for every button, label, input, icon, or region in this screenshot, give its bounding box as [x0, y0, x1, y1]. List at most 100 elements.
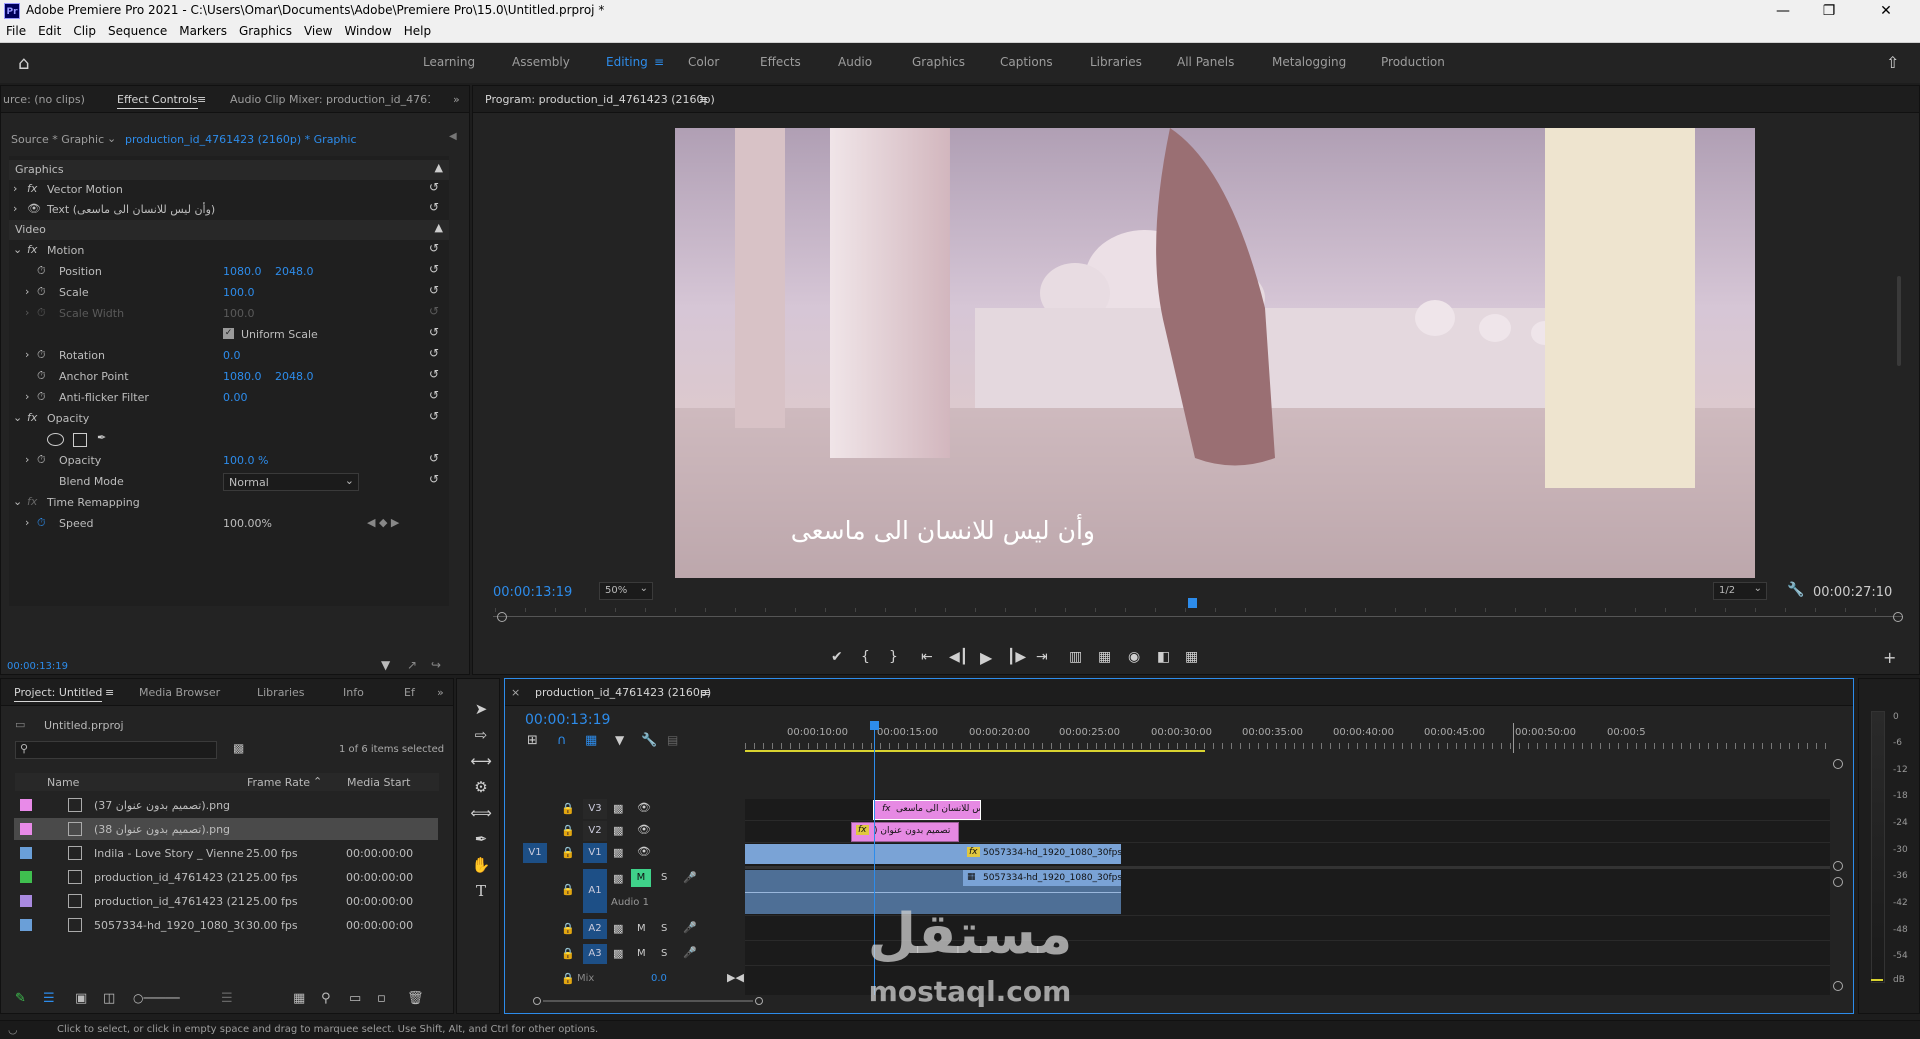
lock-icon[interactable]: 🔒 — [561, 802, 575, 815]
time-remapping-row[interactable]: ⌄ fx Time Remapping — [9, 493, 449, 513]
reset-icon[interactable]: ↺ — [429, 262, 439, 276]
vertical-zoom-handle[interactable] — [1833, 981, 1843, 991]
comparison-view-icon[interactable]: ◧ — [1157, 649, 1170, 665]
collapse-arrow-icon[interactable]: ⌄ — [13, 411, 22, 424]
settings-wrench-icon[interactable]: 🔧 — [641, 733, 657, 748]
menu-view[interactable]: View — [298, 22, 338, 40]
lift-icon[interactable]: ▥ — [1069, 649, 1082, 665]
wrench-icon[interactable]: 🔧 — [1787, 582, 1804, 598]
solo-button[interactable]: S — [661, 872, 667, 883]
workspace-effects[interactable]: Effects — [760, 55, 801, 69]
workspace-editing[interactable]: Editing — [606, 55, 648, 69]
video-frame[interactable]: وأن ليس للانسان الى ماسعى — [675, 128, 1755, 578]
sequence-label[interactable]: production_id_4761423 (2160p) * Graphic — [125, 133, 357, 146]
stopwatch-icon[interactable]: ⏱ — [37, 264, 46, 278]
timeline-timecode[interactable]: 00:00:13:19 — [525, 712, 610, 728]
tab-libraries[interactable]: Libraries — [257, 686, 305, 699]
workspace-learning[interactable]: Learning — [423, 55, 475, 69]
reset-icon[interactable]: ↺ — [429, 325, 439, 339]
tab-info[interactable]: Info — [343, 686, 364, 699]
menu-edit[interactable]: Edit — [32, 22, 67, 40]
menu-file[interactable]: File — [0, 22, 32, 40]
step-back-icon[interactable]: ◀┃ — [949, 649, 968, 665]
reset-icon[interactable]: ↺ — [429, 409, 439, 423]
toggle-sync-icon[interactable]: ▩ — [613, 922, 623, 935]
speed-value[interactable]: 100.00% — [223, 517, 272, 530]
track-a2-label[interactable]: A2 — [583, 919, 607, 939]
vertical-zoom-handle[interactable] — [1833, 759, 1843, 769]
track-select-tool-icon[interactable]: ⇨ — [470, 726, 492, 748]
scroll-up-icon[interactable]: ▲ — [435, 221, 443, 234]
type-tool-icon[interactable]: T — [470, 882, 492, 904]
export-frame-icon[interactable]: ↪ — [431, 658, 441, 672]
voiceover-mic-icon[interactable]: 🎤 — [683, 946, 697, 959]
lock-icon[interactable]: 🔒 — [561, 922, 575, 935]
collapse-arrow-icon[interactable]: ⌄ — [13, 243, 22, 256]
stopwatch-icon[interactable]: ⏱ — [37, 369, 46, 383]
mute-button[interactable]: M — [631, 869, 651, 887]
go-to-out-icon[interactable]: ⇥ — [1036, 649, 1048, 665]
project-search-input[interactable]: ⚲ — [15, 741, 217, 759]
tab-source[interactable]: urce: (no clips) — [3, 93, 85, 106]
anchor-x-value[interactable]: 1080.0 — [223, 370, 262, 383]
lock-icon[interactable]: 🔒 — [561, 883, 575, 896]
project-item-row[interactable]: (تصميم بدون عنوان 38).png — [14, 818, 438, 840]
scale-value[interactable]: 100.0 — [223, 286, 255, 299]
minimize-icon[interactable]: — — [1760, 0, 1806, 22]
expand-arrow-icon[interactable]: › — [25, 453, 29, 466]
captions-icon[interactable]: ▤ — [667, 733, 678, 747]
project-item-row[interactable]: 5057334-hd_1920_1080_30 30.00 fps 00:00:00… — [14, 914, 438, 936]
stopwatch-icon[interactable]: ⏱ — [37, 453, 46, 467]
opacity-value[interactable]: 100.0 % — [223, 454, 268, 467]
workspace-color[interactable]: Color — [688, 55, 719, 69]
rectangle-mask-icon[interactable] — [73, 433, 87, 447]
project-item-row[interactable]: (تصميم بدون عنوان 37).png — [14, 794, 438, 816]
new-item-icon[interactable]: ▫ — [377, 991, 386, 1006]
menu-clip[interactable]: Clip — [67, 22, 102, 40]
add-marker-icon[interactable]: ✔ — [831, 649, 843, 665]
mix-value[interactable]: 0.0 — [651, 973, 667, 984]
lock-icon[interactable]: 🔒 — [561, 947, 575, 960]
close-tab-icon[interactable]: × — [511, 686, 520, 699]
pen-tool-icon[interactable]: ✒ — [470, 830, 492, 852]
workspace-all-panels[interactable]: All Panels — [1177, 55, 1234, 69]
scrub-out-handle[interactable] — [1893, 612, 1903, 622]
list-view-icon[interactable]: ☰ — [43, 991, 55, 1006]
uniform-scale-checkbox[interactable]: ✓ — [223, 328, 234, 339]
tab-project[interactable]: Project: Untitled — [14, 686, 103, 702]
expand-arrow-icon[interactable]: › — [13, 182, 17, 195]
clip-v2-image[interactable]: fx تصميم بدون عنوان ( — [851, 822, 959, 842]
lock-icon[interactable]: 🔒 — [561, 846, 575, 859]
mute-button[interactable]: M — [637, 948, 646, 959]
slip-tool-icon[interactable]: ⟺ — [470, 804, 492, 826]
project-item-row[interactable]: Indila - Love Story _ Vienne 25.00 fps 00:… — [14, 842, 438, 864]
solo-button[interactable]: S — [661, 923, 667, 934]
chevron-down-icon[interactable]: ⌄ — [107, 132, 116, 145]
close-icon[interactable]: ✕ — [1852, 0, 1920, 22]
razor-tool-icon[interactable]: ⚙ — [470, 778, 492, 800]
track-v2-label[interactable]: V2 — [583, 821, 607, 841]
eye-icon[interactable]: 👁 — [637, 801, 651, 814]
menu-graphics[interactable]: Graphics — [233, 22, 298, 40]
lock-icon[interactable]: 🔒 — [561, 972, 575, 985]
pen-mask-icon[interactable]: ✒ — [97, 431, 106, 444]
icon-view-icon[interactable]: ▣ — [75, 991, 87, 1006]
effect-timecode[interactable]: 00:00:13:19 — [7, 661, 68, 672]
toggle-sync-icon[interactable]: ▩ — [613, 802, 623, 815]
program-scrollbar[interactable] — [1897, 276, 1901, 366]
h-scroll-thumb[interactable] — [543, 1000, 753, 1002]
label-color-swatch[interactable] — [20, 823, 32, 835]
toggle-sync-icon[interactable]: ▩ — [613, 824, 623, 837]
menu-help[interactable]: Help — [398, 22, 437, 40]
freeform-view-icon[interactable]: ◫ — [103, 991, 115, 1006]
program-title[interactable]: Program: production_id_4761423 (2160p) — [485, 93, 715, 106]
panel-collapse-icon[interactable]: ◀ — [449, 131, 457, 142]
rotation-value[interactable]: 0.0 — [223, 349, 241, 362]
resolution-select[interactable]: 1/2 ⌄ — [1713, 582, 1767, 600]
share-icon[interactable]: ⇧ — [1886, 53, 1899, 72]
eye-icon[interactable]: 👁 — [637, 823, 651, 836]
ripple-edit-tool-icon[interactable]: ⟷ — [470, 752, 492, 774]
mark-out-icon[interactable]: } — [889, 649, 898, 665]
write-on-icon[interactable]: ✎ — [15, 991, 26, 1006]
tab-menu-icon[interactable]: ≡ — [699, 93, 708, 106]
